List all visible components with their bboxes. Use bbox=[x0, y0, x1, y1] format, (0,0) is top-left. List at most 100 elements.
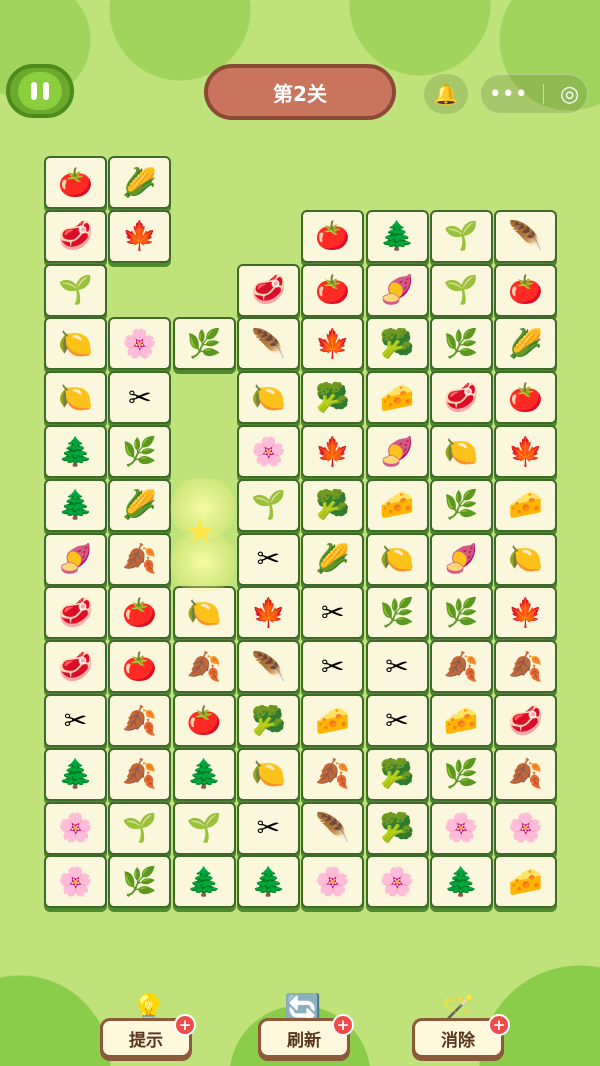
tile-tree[interactable]: 🌲 bbox=[172, 747, 236, 801]
tile-red-leaf[interactable]: 🍁 bbox=[108, 209, 172, 263]
tile-pink-leaf[interactable]: 🪶 bbox=[236, 317, 300, 371]
tile-beet[interactable]: 🍠 bbox=[44, 532, 107, 586]
tile-red-leaf[interactable]: 🍁 bbox=[301, 425, 365, 478]
tile-cauliflower[interactable]: 🥦 bbox=[301, 371, 365, 425]
tile-seed-bag[interactable]: 🌱 bbox=[44, 263, 107, 317]
tile-red-leaf[interactable]: 🍁 bbox=[494, 586, 558, 640]
tile-herb[interactable]: 🌿 bbox=[429, 478, 493, 532]
tile-cauliflower[interactable]: 🥦 bbox=[365, 747, 429, 801]
tile-lemon[interactable]: 🍋 bbox=[236, 747, 300, 801]
tile-flower[interactable]: 🌸 bbox=[429, 801, 493, 855]
tile-herb[interactable]: 🌿 bbox=[365, 586, 429, 640]
tile-flower[interactable]: 🌸 bbox=[236, 425, 300, 478]
tile-tree[interactable]: 🌲 bbox=[365, 209, 429, 263]
tile-tree[interactable]: 🌲 bbox=[44, 425, 107, 478]
tile-seed-bag[interactable]: 🌱 bbox=[429, 209, 493, 263]
tile-flower[interactable]: 🌸 bbox=[44, 855, 107, 909]
tile-corn[interactable]: 🌽 bbox=[301, 532, 365, 586]
tile-cheese[interactable]: 🧀 bbox=[494, 855, 558, 909]
refresh-add-icon[interactable]: + bbox=[332, 1014, 354, 1036]
tile-red-leaf[interactable]: 🍁 bbox=[236, 586, 300, 640]
tile-cauliflower[interactable]: 🥦 bbox=[365, 317, 429, 371]
tile-cheese[interactable]: 🧀 bbox=[365, 371, 429, 425]
tile-lemon[interactable]: 🍋 bbox=[44, 371, 107, 425]
tile-meat[interactable]: 🥩 bbox=[429, 371, 493, 425]
tile-cheese[interactable]: 🧀 bbox=[301, 694, 365, 747]
tile-cauliflower[interactable]: 🥦 bbox=[301, 478, 365, 532]
tile-herb[interactable]: 🌿 bbox=[429, 586, 493, 640]
tile-beet[interactable]: 🍠 bbox=[365, 263, 429, 317]
tile-maple[interactable]: 🍂 bbox=[494, 640, 558, 694]
tile-scissors[interactable]: ✂ bbox=[44, 694, 107, 747]
tile-lemon[interactable]: 🍋 bbox=[44, 317, 107, 371]
tile-lemon[interactable]: 🍋 bbox=[429, 425, 493, 478]
tile-maple[interactable]: 🍂 bbox=[108, 747, 172, 801]
tile-tree[interactable]: 🌲 bbox=[44, 747, 107, 801]
tile-red-leaf[interactable]: 🍁 bbox=[494, 425, 558, 478]
tile-cauliflower[interactable]: 🥦 bbox=[236, 694, 300, 747]
tile-herb[interactable]: 🌿 bbox=[172, 317, 236, 371]
tile-maple[interactable]: 🍂 bbox=[301, 747, 365, 801]
tile-tree[interactable]: 🌲 bbox=[236, 855, 300, 909]
tile-maple[interactable]: 🍂 bbox=[494, 747, 558, 801]
tile-scissors[interactable]: ✂ bbox=[301, 640, 365, 694]
tile-scissors[interactable]: ✂ bbox=[236, 801, 300, 855]
tile-maple[interactable]: 🍂 bbox=[429, 640, 493, 694]
tile-maple[interactable]: 🍂 bbox=[108, 694, 172, 747]
tile-tomato[interactable]: 🍅 bbox=[301, 209, 365, 263]
tile-meat[interactable]: 🥩 bbox=[494, 694, 558, 747]
tile-meat[interactable]: 🥩 bbox=[44, 209, 107, 263]
tile-maple[interactable]: 🍂 bbox=[108, 532, 172, 586]
tile-flower[interactable]: 🌸 bbox=[494, 801, 558, 855]
tile-lemon[interactable]: 🍋 bbox=[172, 586, 236, 640]
tile-herb[interactable]: 🌿 bbox=[429, 747, 493, 801]
tile-cheese[interactable]: 🧀 bbox=[365, 478, 429, 532]
tile-pink-leaf[interactable]: 🪶 bbox=[236, 640, 300, 694]
tile-corn[interactable]: 🌽 bbox=[494, 317, 558, 371]
tile-herb[interactable]: 🌿 bbox=[108, 425, 172, 478]
tile-flower[interactable]: 🌸 bbox=[108, 317, 172, 371]
tile-cauliflower[interactable]: 🥦 bbox=[365, 801, 429, 855]
tile-tomato[interactable]: 🍅 bbox=[108, 640, 172, 694]
tile-seed-bag[interactable]: 🌱 bbox=[172, 801, 236, 855]
tile-scissors[interactable]: ✂ bbox=[301, 586, 365, 640]
tile-herb[interactable]: 🌿 bbox=[108, 855, 172, 909]
tile-pink-leaf[interactable]: 🪶 bbox=[301, 801, 365, 855]
tile-tomato[interactable]: 🍅 bbox=[494, 371, 558, 425]
tile-cheese[interactable]: 🧀 bbox=[429, 694, 493, 747]
tile-flower[interactable]: 🌸 bbox=[365, 855, 429, 909]
tile-tomato[interactable]: 🍅 bbox=[44, 156, 107, 209]
tile-tomato[interactable]: 🍅 bbox=[172, 694, 236, 747]
tile-flower[interactable]: 🌸 bbox=[301, 855, 365, 909]
tile-cheese[interactable]: 🧀 bbox=[494, 478, 558, 532]
tile-lemon[interactable]: 🍋 bbox=[494, 532, 558, 586]
tile-seed-bag[interactable]: 🌱 bbox=[236, 478, 300, 532]
tile-tree[interactable]: 🌲 bbox=[429, 855, 493, 909]
tile-seed-bag[interactable]: 🌱 bbox=[108, 801, 172, 855]
tile-beet[interactable]: 🍠 bbox=[365, 425, 429, 478]
tile-maple[interactable]: 🍂 bbox=[172, 640, 236, 694]
tile-tree[interactable]: 🌲 bbox=[44, 478, 107, 532]
tile-meat[interactable]: 🥩 bbox=[44, 640, 107, 694]
remove-add-icon[interactable]: + bbox=[488, 1014, 510, 1036]
tile-red-leaf[interactable]: 🍁 bbox=[301, 317, 365, 371]
tile-corn[interactable]: 🌽 bbox=[108, 478, 172, 532]
tile-beet[interactable]: 🍠 bbox=[429, 532, 493, 586]
tile-tomato[interactable]: 🍅 bbox=[494, 263, 558, 317]
tile-lemon[interactable]: 🍋 bbox=[236, 371, 300, 425]
tile-corn[interactable]: 🌽 bbox=[108, 156, 172, 209]
tile-tree[interactable]: 🌲 bbox=[172, 855, 236, 909]
hint-add-icon[interactable]: + bbox=[174, 1014, 196, 1036]
tile-tomato[interactable]: 🍅 bbox=[108, 586, 172, 640]
tile-scissors[interactable]: ✂ bbox=[236, 532, 300, 586]
tile-meat[interactable]: 🥩 bbox=[44, 586, 107, 640]
tile-scissors[interactable]: ✂ bbox=[108, 371, 172, 425]
tile-scissors[interactable]: ✂ bbox=[365, 694, 429, 747]
tile-herb[interactable]: 🌿 bbox=[429, 317, 493, 371]
tile-tomato[interactable]: 🍅 bbox=[301, 263, 365, 317]
tile-seed-bag[interactable]: 🌱 bbox=[429, 263, 493, 317]
tile-scissors[interactable]: ✂ bbox=[365, 640, 429, 694]
tile-flower[interactable]: 🌸 bbox=[44, 801, 107, 855]
tile-pink-leaf[interactable]: 🪶 bbox=[494, 209, 558, 263]
tile-lemon[interactable]: 🍋 bbox=[365, 532, 429, 586]
